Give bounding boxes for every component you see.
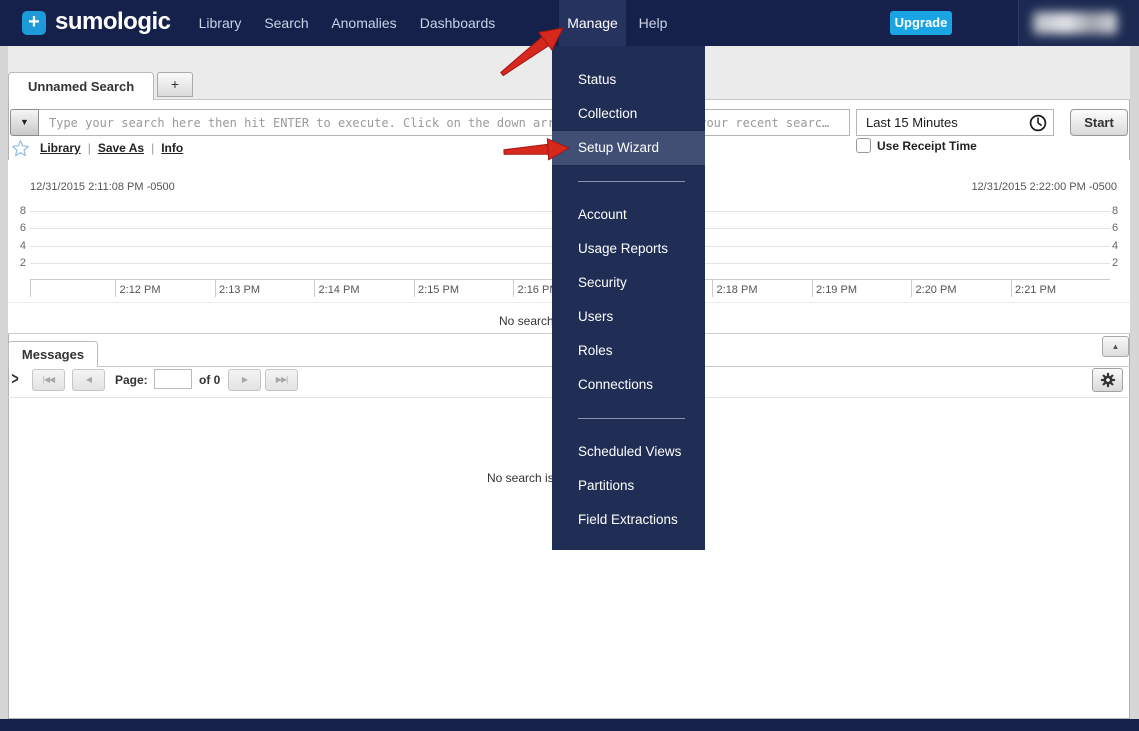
sumologic-logo[interactable]: sumologic	[55, 8, 171, 36]
menu-item-security[interactable]: Security	[552, 266, 705, 300]
next-page-button[interactable]: ▶	[228, 369, 261, 391]
x-axis-tick-label: 2:20 PM	[915, 284, 957, 296]
username-redacted	[1033, 12, 1117, 34]
use-receipt-time-option: Use Receipt Time	[856, 138, 977, 153]
y-axis-label: 8	[1112, 205, 1119, 217]
nav-item-dashboards[interactable]: Dashboards	[418, 0, 497, 46]
first-page-button[interactable]: |◀◀	[32, 369, 65, 391]
x-axis-tick-label: 2:12 PM	[119, 284, 161, 296]
new-tab-button[interactable]: +	[157, 72, 193, 97]
time-range-value: Last 15 Minutes	[866, 115, 958, 130]
search-links: Library | Save As | Info	[40, 141, 183, 155]
favorite-star-icon[interactable]	[11, 139, 30, 158]
use-receipt-time-label: Use Receipt Time	[877, 138, 977, 153]
time-range-selector[interactable]: Last 15 Minutes	[856, 109, 1054, 136]
x-axis-tick-label: 2:15 PM	[418, 284, 459, 296]
page-number-input[interactable]	[154, 369, 192, 389]
x-axis-tick-label: 2:21 PM	[1015, 284, 1056, 296]
chart-start-timestamp: 12/31/2015 2:11:08 PM -0500	[30, 181, 175, 193]
tab-messages[interactable]: Messages	[8, 341, 98, 367]
y-axis-label: 2	[1112, 257, 1119, 269]
nav-item-search[interactable]: Search	[263, 0, 310, 46]
link-separator: |	[151, 141, 155, 155]
nav-item-help[interactable]: Help	[636, 0, 670, 46]
y-axis-label: 4	[19, 240, 26, 252]
bottom-bar	[0, 719, 1139, 731]
menu-item-setup-wizard[interactable]: Setup Wizard	[552, 131, 705, 165]
page-count-label: of 0	[199, 373, 221, 387]
menu-item-connections[interactable]: Connections	[552, 368, 705, 402]
menu-item-account[interactable]: Account	[552, 198, 705, 232]
start-button[interactable]: Start	[1070, 109, 1128, 136]
menu-item-status[interactable]: Status	[552, 63, 705, 97]
user-account-area[interactable]	[1018, 0, 1139, 46]
prev-page-button[interactable]: ◀	[72, 369, 105, 391]
upgrade-button[interactable]: Upgrade	[890, 11, 952, 35]
menu-item-collection[interactable]: Collection	[552, 97, 705, 131]
collapse-panel-button[interactable]: ▲	[1102, 336, 1129, 357]
nav-item-library[interactable]: Library	[196, 0, 244, 46]
menu-item-users[interactable]: Users	[552, 300, 705, 334]
y-axis-label: 2	[19, 257, 26, 269]
x-axis-tick-label: 2:18 PM	[716, 284, 758, 296]
menu-divider	[578, 181, 685, 182]
menu-item-usage-reports[interactable]: Usage Reports	[552, 232, 705, 266]
menu-item-roles[interactable]: Roles	[552, 334, 705, 368]
chart-end-timestamp: 12/31/2015 2:22:00 PM -0500	[971, 181, 1117, 193]
use-receipt-time-checkbox[interactable]	[856, 138, 871, 153]
menu-divider	[578, 418, 685, 419]
y-axis-label: 6	[19, 222, 26, 234]
app-window: + sumologic Library Search Anomalies Das…	[0, 0, 1139, 731]
sumologic-plus-icon: +	[22, 11, 46, 35]
x-axis-tick-label: 2:19 PM	[816, 284, 857, 296]
nav-item-anomalies[interactable]: Anomalies	[330, 0, 398, 46]
x-axis-tick-label: 2:14 PM	[318, 284, 360, 296]
info-link[interactable]: Info	[161, 141, 183, 155]
x-axis-tick-label: 2:13 PM	[219, 284, 260, 296]
expand-sidebar-chevron-icon[interactable]: >	[11, 368, 18, 388]
manage-dropdown-menu: Status Collection Setup Wizard Account U…	[552, 46, 705, 550]
clock-icon	[1028, 113, 1048, 141]
tab-unnamed-search[interactable]: Unnamed Search	[8, 72, 154, 100]
x-axis-tick	[30, 279, 31, 297]
save-as-link[interactable]: Save As	[98, 141, 144, 155]
menu-item-field-extractions[interactable]: Field Extractions	[552, 503, 705, 537]
search-input[interactable]	[38, 109, 850, 136]
nav-item-manage[interactable]: Manage	[559, 0, 626, 46]
y-axis-label: 6	[1112, 222, 1119, 234]
y-axis-label: 8	[19, 205, 26, 217]
settings-button[interactable]	[1092, 368, 1123, 392]
last-page-button[interactable]: ▶▶|	[265, 369, 298, 391]
top-navbar: + sumologic Library Search Anomalies Das…	[0, 0, 1139, 46]
search-history-dropdown-button[interactable]: ▼	[10, 109, 39, 136]
library-link[interactable]: Library	[40, 141, 81, 155]
y-axis-label: 4	[1112, 240, 1119, 252]
link-separator: |	[87, 141, 91, 155]
page-label: Page:	[115, 373, 148, 387]
gear-icon	[1100, 371, 1116, 388]
menu-item-scheduled-views[interactable]: Scheduled Views	[552, 435, 705, 469]
menu-item-partitions[interactable]: Partitions	[552, 469, 705, 503]
